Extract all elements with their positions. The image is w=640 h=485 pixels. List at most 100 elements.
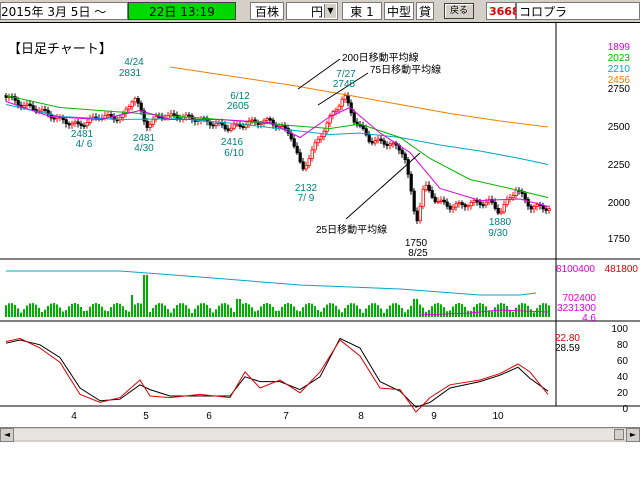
volume-bar [122,306,124,317]
volume-bar [413,299,415,317]
ma75-value: 2023 [608,53,631,64]
volume-bar [311,303,313,317]
candle-body [424,184,428,190]
volume-bar [302,307,304,317]
volume-bar [158,303,160,317]
candle-body [265,118,269,121]
volume-bar [452,306,454,317]
volume-bar [368,305,370,317]
candle-body [310,149,314,160]
osc-tick: 40 [617,372,629,383]
candle-body [337,105,341,111]
volume-bar [434,303,436,317]
volume-bar [257,310,259,317]
candle-body [469,201,473,207]
candle-body [301,161,305,170]
candle-body [127,106,131,110]
candle-body [388,143,392,147]
horizontal-scrollbar[interactable]: ◄ ► [0,427,640,442]
volume-bar [539,304,541,317]
volume-max-label: 8100400 [556,264,595,275]
chevron-down-icon[interactable]: ▼ [324,4,336,18]
candle-body [151,118,155,125]
candle-body [43,108,47,111]
candle-body [229,127,233,131]
candle-body [379,138,383,142]
volume-bar [386,308,388,317]
date-range-field[interactable]: 2015年 3月 5日 ～ [0,2,128,20]
candle-body [475,200,479,203]
volume-bar [65,310,67,317]
candle-body [541,205,545,210]
volume-bar [245,303,247,317]
volume-bar [374,303,376,317]
candle-body [280,125,284,128]
annot-price: 1880 [489,217,512,228]
volume-bar [71,303,73,317]
scroll-right-icon[interactable]: ► [626,428,640,442]
candle-body [79,123,83,127]
candle-body [85,122,89,127]
volume-bar [473,306,475,317]
candle-body [472,200,476,203]
volume-bar [74,303,76,317]
volume-bar [470,310,472,317]
volume-bar [320,311,322,317]
chart-area[interactable]: 【日足チャート】 200日移動平均線 75日移動平均線 25日移動平均線 189… [0,22,640,427]
volume-bar [383,312,385,317]
volume-bar [296,310,298,317]
candle-body [481,204,485,207]
ma25-value: 1899 [608,42,631,53]
volume-bar [482,303,484,317]
volume-bar [56,304,58,317]
candle-body [421,188,425,207]
scroll-thumb[interactable] [614,429,624,440]
currency-select[interactable]: 円 ▼ [286,2,338,20]
volume-bar [137,303,139,317]
back-button[interactable]: 戻る [444,3,474,19]
volume-bar [41,311,43,317]
volume-bar [200,303,202,317]
stock-code-field[interactable]: 3668 [486,2,520,20]
volume-bar [197,305,199,317]
scroll-track[interactable] [14,429,626,440]
candle-body [40,108,44,112]
price-tick-2500: 2500 [608,122,631,133]
volume-bar [113,304,115,317]
volume-bar [371,303,373,317]
candle-body [391,142,395,145]
volume-bar [362,312,364,317]
volume-bar [392,303,394,317]
candle-body [406,159,410,175]
volume-bar [428,309,430,317]
candle-body [373,140,377,144]
candle-body [493,201,497,209]
scroll-left-icon[interactable]: ◄ [0,428,14,442]
candle-body [466,205,470,208]
candle-body [445,201,449,207]
candle-body [367,134,371,142]
volume-bar [308,303,310,317]
candle-body [307,158,311,166]
candle-body [313,142,317,151]
volume-bar [263,303,265,317]
volume-bar [521,303,523,317]
size-field: 中型 [384,2,414,20]
price-tick-2250: 2250 [608,160,631,171]
unit-field[interactable]: 百株 [250,2,284,20]
volume-bar [512,311,514,317]
stock-chart[interactable]: 【日足チャート】 200日移動平均線 75日移動平均線 25日移動平均線 189… [0,23,640,427]
candle-body [343,95,347,100]
candle-body [52,117,56,120]
candle-body [211,124,215,127]
candle-body [250,119,254,122]
candle-body [442,199,446,203]
candle-body [346,95,350,104]
ma-line-orange [169,66,549,128]
candle-body [505,199,509,205]
month-label: 9 [431,411,437,422]
volume-bar [140,303,142,317]
annot-price: 7/ 9 [298,193,315,204]
volume-bar [254,311,256,317]
volume-bar [239,299,241,317]
